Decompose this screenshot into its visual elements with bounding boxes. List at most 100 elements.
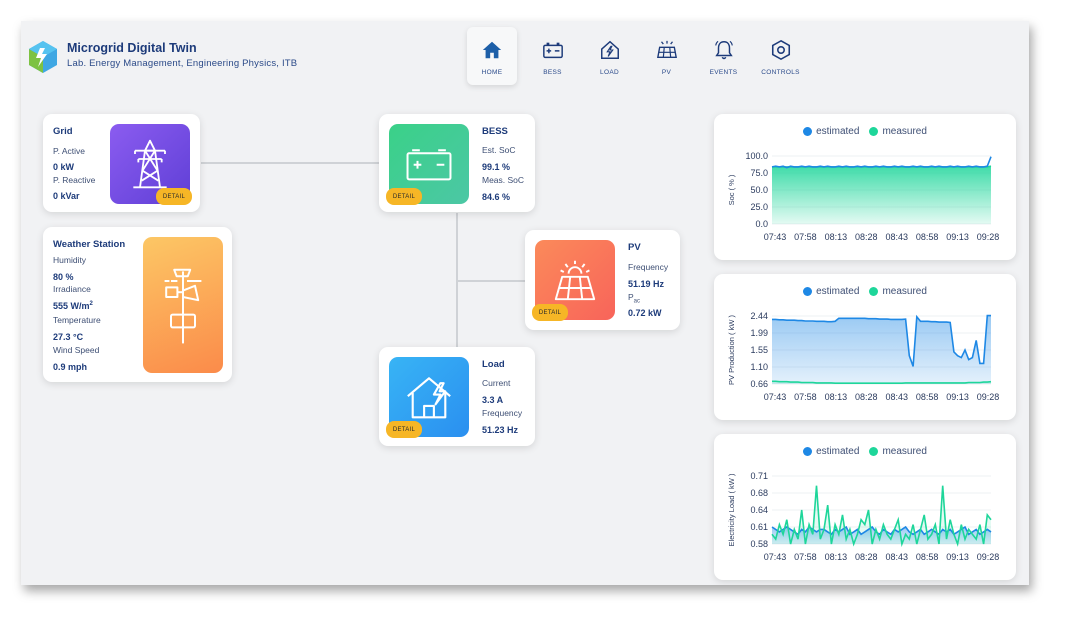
- irradiance-value: 555 W/m2: [53, 301, 93, 311]
- soc-chart: 100.0 75.0 50.0 25.0 0.0 Soc ( % ) 07:43 07:58 0…: [727, 151, 1000, 242]
- y-tick-label: 2.44: [750, 311, 768, 321]
- x-tick-label: 08:13: [825, 552, 848, 562]
- wind-speed-label: Wind Speed: [53, 345, 100, 355]
- meas-soc-label: Meas. SoC: [482, 175, 525, 185]
- connector-grid-bess: [201, 162, 379, 164]
- electricity-load-chart-card: estimated measured 0.71 0.68 0.64 0.61 0.58 E…: [714, 434, 1016, 580]
- nav-home-label: HOME: [481, 69, 503, 76]
- hexagon-gear-icon: [771, 39, 790, 61]
- home-icon: [482, 41, 502, 59]
- pv-title: PV: [628, 242, 641, 253]
- grid-title: Grid: [53, 126, 73, 137]
- electricity-load-chart: 0.71 0.68 0.64 0.61 0.58 Electricity Load ( k…: [727, 471, 1000, 562]
- app-subtitle: Lab. Energy Management, Engineering Phys…: [67, 58, 298, 69]
- pv-frequency-value: 51.19 Hz: [628, 279, 665, 289]
- area-fill: [772, 166, 991, 224]
- nav-load[interactable]: LOAD: [581, 27, 638, 85]
- weather-title: Weather Station: [53, 239, 126, 250]
- app-logo-icon: [29, 41, 57, 73]
- x-tick-label: 09:28: [977, 552, 1000, 562]
- x-tick-label: 08:13: [825, 392, 848, 402]
- y-axis-label: PV Production ( kW ): [727, 314, 736, 385]
- y-tick-label: 0.61: [750, 522, 768, 532]
- x-tick-label: 08:43: [885, 392, 908, 402]
- house-bolt-icon: [407, 377, 451, 419]
- weather-station-icon: [164, 268, 202, 344]
- nav-home[interactable]: HOME: [467, 27, 517, 85]
- pv-production-chart: 2.44 1.99 1.55 1.10 0.66 PV Production ( kW )…: [727, 311, 999, 402]
- nav-pv-label: PV: [661, 69, 672, 76]
- nav-bess[interactable]: BESS: [524, 27, 581, 85]
- y-axis-label: Soc ( % ): [727, 174, 736, 205]
- x-tick-label: 08:43: [885, 552, 908, 562]
- x-tick-label: 09:13: [946, 232, 969, 242]
- load-detail-button[interactable]: DETAIL: [386, 421, 422, 438]
- x-tick-label: 08:28: [855, 552, 878, 562]
- grid-detail-button[interactable]: DETAIL: [156, 188, 192, 205]
- power-tower-icon: [133, 139, 167, 189]
- temperature-value: 27.3 °C: [53, 332, 84, 342]
- load-card: DETAIL Load Current 3.3 A Frequency 51.2…: [379, 347, 535, 446]
- meas-soc-value: 84.6 %: [482, 192, 511, 202]
- grid-p-active-value: 0 kW: [53, 162, 75, 172]
- top-navigation: HOME BESS LOAD PV EVENTS CONTROLS: [467, 27, 809, 87]
- grid-p-reactive-value: 0 kVar: [53, 191, 80, 201]
- y-tick-label: 0.64: [750, 505, 768, 515]
- y-axis-label: Electricity Load ( kW ): [727, 473, 736, 546]
- y-tick-label: 0.58: [750, 539, 768, 549]
- humidity-label: Humidity: [53, 255, 87, 265]
- y-tick-label: 100.0: [745, 151, 768, 161]
- pv-card: DETAIL PV Frequency 51.19 Hz Pac 0.72 kW: [525, 230, 680, 330]
- nav-load-label: LOAD: [600, 69, 619, 76]
- nav-pv[interactable]: PV: [638, 27, 695, 85]
- load-title: Load: [482, 359, 505, 370]
- x-tick-label: 09:28: [977, 232, 1000, 242]
- grid-card: Grid P. Active 0 kW P. Reactive 0 kVar D…: [43, 114, 200, 212]
- y-tick-label: 1.55: [750, 345, 768, 355]
- x-tick-label: 08:58: [916, 552, 939, 562]
- x-tick-label: 08:28: [855, 232, 878, 242]
- bell-icon: [714, 40, 733, 60]
- grid-p-reactive-label: P. Reactive: [53, 175, 96, 185]
- nav-controls[interactable]: CONTROLS: [752, 27, 809, 85]
- pac-label: Pac: [628, 292, 641, 305]
- app-title: Microgrid Digital Twin: [67, 41, 197, 55]
- weather-tile: [143, 237, 223, 373]
- load-frequency-value: 51.23 Hz: [482, 425, 519, 435]
- pv-frequency-label: Frequency: [628, 262, 669, 272]
- y-tick-label: 0.66: [750, 379, 768, 389]
- wind-speed-value: 0.9 mph: [53, 362, 88, 372]
- solar-panel-icon: [554, 260, 596, 301]
- y-tick-label: 0.71: [750, 471, 768, 481]
- load-frequency-label: Frequency: [482, 408, 523, 418]
- y-tick-label: 25.0: [750, 202, 768, 212]
- nav-bess-label: BESS: [543, 69, 562, 76]
- pv-production-chart-card: estimated measured 2.44 1.99 1.55 1.10 0.66 P…: [714, 274, 1016, 420]
- y-tick-label: 1.10: [750, 362, 768, 372]
- temperature-label: Temperature: [53, 315, 101, 325]
- load-current-label: Current: [482, 378, 511, 388]
- x-tick-label: 09:13: [946, 392, 969, 402]
- solar-panel-icon: [656, 40, 677, 59]
- app-window: Microgrid Digital Twin Lab. Energy Manag…: [21, 21, 1029, 585]
- series-estimated-line: [771, 156, 992, 169]
- house-bolt-icon: [600, 40, 619, 59]
- y-tick-label: 0.68: [750, 488, 768, 498]
- pac-value: 0.72 kW: [628, 308, 662, 318]
- x-tick-label: 08:28: [855, 392, 878, 402]
- x-tick-label: 07:58: [794, 232, 817, 242]
- x-tick-label: 08:13: [825, 232, 848, 242]
- x-tick-label: 07:43: [764, 392, 787, 402]
- y-tick-label: 50.0: [750, 185, 768, 195]
- bess-card: DETAIL BESS Est. SoC 99.1 % Meas. SoC 84…: [379, 114, 535, 212]
- x-tick-label: 07:58: [794, 552, 817, 562]
- bess-detail-button[interactable]: DETAIL: [386, 188, 422, 205]
- load-current-value: 3.3 A: [482, 395, 504, 405]
- irradiance-label: Irradiance: [53, 284, 91, 294]
- nav-controls-label: CONTROLS: [761, 69, 800, 76]
- battery-icon: [406, 149, 452, 181]
- pv-detail-button[interactable]: DETAIL: [532, 304, 568, 321]
- x-tick-label: 08:43: [885, 232, 908, 242]
- est-soc-label: Est. SoC: [482, 145, 516, 155]
- nav-events[interactable]: EVENTS: [695, 27, 752, 85]
